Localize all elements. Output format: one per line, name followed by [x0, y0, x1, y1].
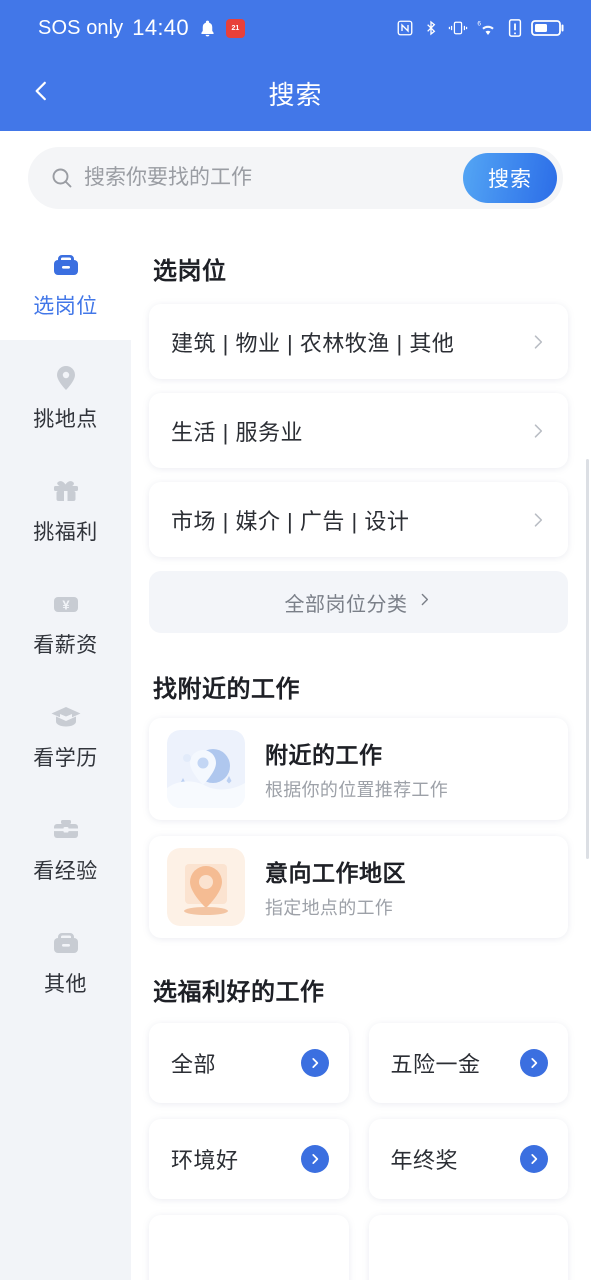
search-input[interactable] — [84, 166, 463, 190]
benefit-label: 年终奖 — [390, 1148, 459, 1173]
svg-text:¥: ¥ — [62, 598, 70, 613]
chevron-right-icon — [528, 421, 548, 441]
battery-icon — [531, 19, 565, 37]
benefits-grid: 全部 五险一金 环境好 年终奖 — [149, 1023, 568, 1280]
benefit-card[interactable] — [368, 1215, 568, 1280]
content-body: 选岗位 挑地点 挑福利 ¥ 看薪资 看学历 看经验 其他 选岗位 建筑 | 物业… — [0, 227, 591, 1280]
benefit-label: 环境好 — [171, 1148, 239, 1173]
all-categories-label: 全部岗位分类 — [284, 593, 408, 616]
sidebar-item-salary[interactable]: ¥ 看薪资 — [0, 566, 131, 679]
category-sidebar[interactable]: 选岗位 挑地点 挑福利 ¥ 看薪资 看学历 看经验 其他 — [0, 227, 131, 1280]
search-icon — [50, 166, 74, 190]
nfc-icon — [396, 19, 414, 37]
chevron-left-icon — [28, 78, 54, 109]
clock-label: 14:40 — [132, 15, 189, 40]
benefit-card[interactable]: 环境好 — [149, 1119, 349, 1199]
bag-icon — [48, 925, 84, 961]
sidebar-item-label: 看薪资 — [33, 634, 98, 657]
sidebar-item-label: 选岗位 — [33, 295, 98, 318]
category-card[interactable]: 生活 | 服务业 — [149, 393, 568, 468]
sidebar-item-education[interactable]: 看学历 — [0, 679, 131, 792]
sidebar-item-label: 挑地点 — [33, 408, 98, 431]
sidebar-item-jobs[interactable]: 选岗位 — [0, 227, 131, 340]
benefit-card[interactable]: 年终奖 — [368, 1119, 568, 1199]
chevron-right-icon — [528, 332, 548, 352]
chevron-right-circle-icon — [300, 1049, 329, 1077]
search-button[interactable]: 搜索 — [463, 153, 557, 203]
search-screen: SOS only 14:40 21 6 搜索 搜索你要找的工作 搜索 选岗位 挑… — [0, 0, 591, 1280]
sidebar-item-location[interactable]: 挑地点 — [0, 340, 131, 453]
briefcase-icon — [48, 247, 84, 283]
section-title-jobs: 选岗位 — [153, 258, 227, 285]
section-title-nearby: 找附近的工作 — [153, 676, 300, 703]
vertical-scrollbar[interactable] — [586, 459, 589, 859]
nearby-jobs-card[interactable]: 附近的工作 根据你的位置推荐工作 — [149, 718, 568, 820]
svg-text:6: 6 — [477, 21, 481, 28]
main-content: 选岗位 建筑 | 物业 | 农林牧渔 | 其他 生活 | 服务业 市场 | 媒介… — [131, 227, 591, 1280]
benefit-label: 五险一金 — [390, 1052, 481, 1077]
gift-icon — [48, 473, 84, 509]
benefit-card[interactable] — [149, 1215, 349, 1280]
app-badge-icon: 21 — [225, 18, 245, 38]
category-label: 生活 | 服务业 — [171, 419, 303, 445]
orange-location-pin-illustration — [167, 848, 245, 926]
benefit-card[interactable]: 五险一金 — [368, 1023, 568, 1103]
chevron-right-circle-icon — [300, 1145, 329, 1173]
status-bar-right: 6 — [396, 19, 565, 37]
sidebar-item-benefits[interactable]: 挑福利 — [0, 453, 131, 566]
wifi-6-icon: 6 — [477, 19, 499, 37]
chevron-right-circle-icon — [520, 1049, 548, 1077]
nearby-card-subtitle: 根据你的位置推荐工作 — [265, 780, 448, 800]
sidebar-item-label: 看经验 — [33, 860, 98, 883]
category-card[interactable]: 市场 | 媒介 | 广告 | 设计 — [149, 482, 568, 557]
intended-area-subtitle: 指定地点的工作 — [265, 898, 394, 918]
sidebar-item-label: 挑福利 — [33, 521, 98, 544]
app-badge-text: 21 — [231, 24, 240, 32]
nearby-card-title: 附近的工作 — [265, 742, 383, 768]
vibrate-icon — [448, 19, 468, 37]
all-categories-button[interactable]: 全部岗位分类 — [149, 571, 568, 633]
sidebar-item-label: 看学历 — [33, 747, 98, 770]
toolbox-icon — [48, 812, 84, 848]
back-button[interactable] — [18, 71, 64, 117]
intended-area-card[interactable]: 意向工作地区 指定地点的工作 — [149, 836, 568, 938]
graduation-cap-icon — [48, 699, 84, 735]
category-label: 建筑 | 物业 | 农林牧渔 | 其他 — [171, 330, 455, 356]
category-card[interactable]: 建筑 | 物业 | 农林牧渔 | 其他 — [149, 304, 568, 379]
bluetooth-icon — [423, 19, 439, 37]
chevron-right-icon — [528, 510, 548, 530]
nav-bar: 搜索 — [0, 56, 591, 131]
nearby-card-text: 附近的工作 根据你的位置推荐工作 — [265, 736, 448, 802]
sidebar-item-other[interactable]: 其他 — [0, 905, 131, 1018]
chevron-right-circle-icon — [520, 1145, 548, 1173]
sidebar-item-label: 其他 — [44, 973, 87, 996]
location-pin-icon — [48, 360, 84, 396]
yuan-money-icon: ¥ — [48, 586, 84, 622]
status-bar: SOS only 14:40 21 6 — [0, 0, 591, 56]
benefit-card[interactable]: 全部 — [149, 1023, 349, 1103]
sidebar-item-experience[interactable]: 看经验 — [0, 792, 131, 905]
category-label: 市场 | 媒介 | 广告 | 设计 — [171, 508, 410, 534]
section-title-benefits: 选福利好的工作 — [153, 979, 325, 1006]
carrier-label: SOS only — [38, 16, 124, 39]
intended-area-title: 意向工作地区 — [265, 860, 406, 886]
alert-icon — [508, 19, 522, 37]
search-section: 搜索 — [0, 131, 591, 227]
chevron-right-icon — [416, 591, 433, 614]
page-title: 搜索 — [268, 80, 323, 110]
intended-area-text: 意向工作地区 指定地点的工作 — [265, 854, 406, 920]
status-bar-left: SOS only 14:40 21 — [38, 15, 245, 41]
bell-icon — [198, 19, 217, 38]
benefit-label: 全部 — [171, 1052, 217, 1077]
search-bar[interactable]: 搜索 — [28, 147, 563, 209]
blue-location-pin-illustration — [167, 730, 245, 808]
